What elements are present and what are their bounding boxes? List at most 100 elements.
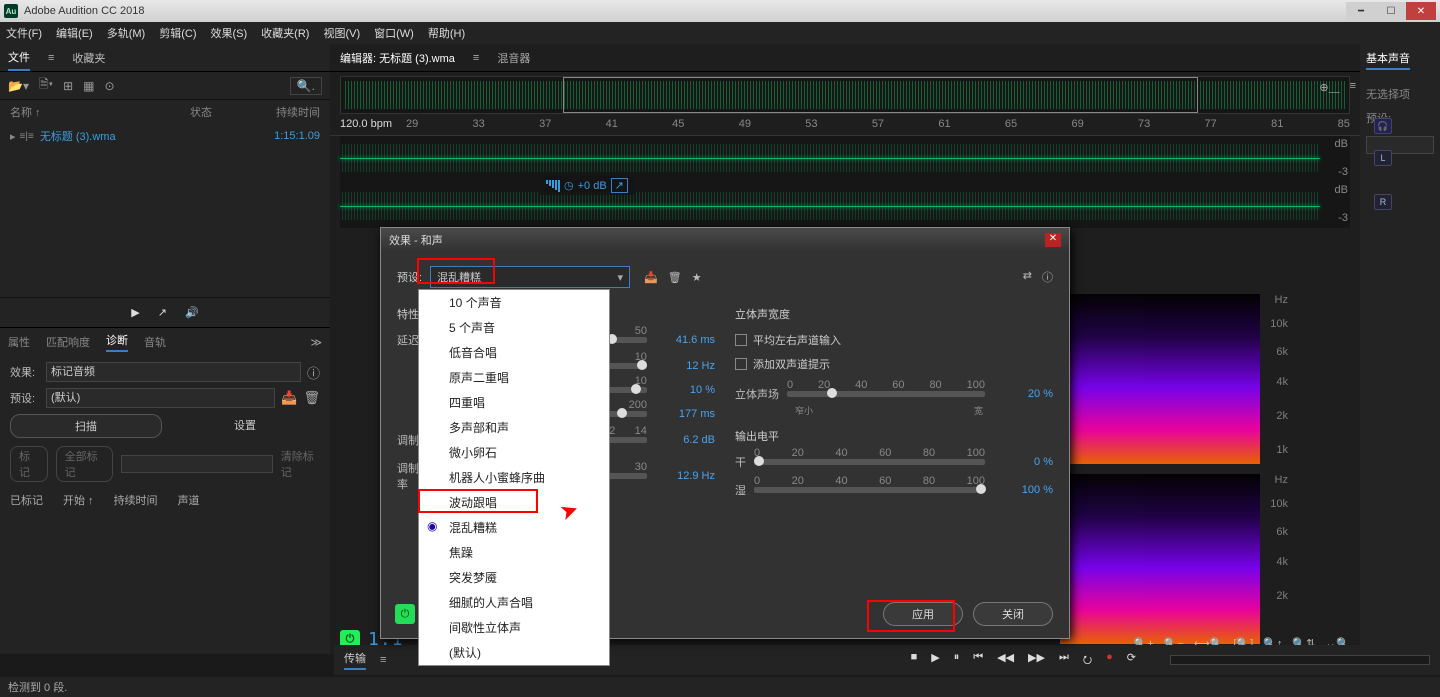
col-chan[interactable]: 声道 bbox=[178, 492, 200, 508]
video-icon[interactable]: ▦ bbox=[83, 79, 94, 93]
channel-l-button[interactable]: L bbox=[1374, 150, 1392, 166]
preset-option[interactable]: 微小卵石 bbox=[419, 440, 609, 465]
cd-icon[interactable]: ⊙ bbox=[104, 79, 114, 93]
save-preset-icon[interactable]: 📥 bbox=[644, 271, 658, 284]
preset-option[interactable]: 突发梦魇 bbox=[419, 565, 609, 590]
waveform-display[interactable]: ◷ +0 dB ↗ dB -3 dB -3 🎧 L R bbox=[340, 136, 1350, 228]
preset-option[interactable]: 四重唱 bbox=[419, 390, 609, 415]
wet-slider[interactable]: 020406080100 bbox=[754, 487, 985, 493]
col-dur[interactable]: 持续时间 bbox=[114, 492, 158, 508]
tab-editor[interactable]: 编辑器: 无标题 (3).wma bbox=[340, 50, 455, 66]
hud-volume[interactable]: ◷ +0 dB ↗ bbox=[540, 176, 634, 195]
apply-button[interactable]: 应用 bbox=[883, 602, 963, 626]
mark-all-chip[interactable]: 全部标记 bbox=[56, 446, 113, 482]
preset-option[interactable]: 间歇性立体声 bbox=[419, 615, 609, 640]
autoplay-icon[interactable]: 🔊 bbox=[185, 306, 199, 319]
tab-diagnostics[interactable]: 诊断 bbox=[106, 332, 128, 352]
save-preset-icon[interactable]: 📥 bbox=[281, 390, 297, 406]
dialog-titlebar[interactable]: 效果 - 和声 ✕ bbox=[381, 228, 1069, 252]
dialog-close-button[interactable]: ✕ bbox=[1045, 233, 1061, 247]
avg-lr-checkbox[interactable]: 平均左右声道输入 bbox=[735, 332, 1053, 348]
channel-r-button[interactable]: R bbox=[1374, 194, 1392, 210]
preset-select[interactable]: (默认) bbox=[46, 388, 275, 408]
clear-marks[interactable]: 清除标记 bbox=[281, 448, 320, 480]
col-start[interactable]: 开始 ↑ bbox=[63, 492, 94, 508]
col-status[interactable]: 状态 bbox=[190, 104, 250, 120]
file-row[interactable]: ▸ ≡|≡ 无标题 (3).wma 1:15:1.09 bbox=[0, 124, 330, 148]
transport-forward-button[interactable]: ▶▶ bbox=[1028, 651, 1045, 670]
play-icon[interactable]: ▶ bbox=[131, 306, 139, 319]
more-tabs-icon[interactable]: ≫ bbox=[310, 336, 322, 349]
effect-power-button[interactable]: ⏻ bbox=[395, 604, 415, 624]
preset-option[interactable]: 10 个声音 bbox=[419, 290, 609, 315]
channel-right-wave[interactable] bbox=[340, 184, 1320, 228]
transport-menu-icon[interactable]: ≡ bbox=[380, 654, 386, 666]
tab-favorites[interactable]: 收藏夹 bbox=[72, 46, 105, 70]
menu-clip[interactable]: 剪辑(C) bbox=[159, 25, 196, 41]
spectrogram-left[interactable]: Hz 10k 6k 4k 2k 1k bbox=[1060, 294, 1260, 464]
preset-option[interactable]: 原声二重唱 bbox=[419, 365, 609, 390]
delete-preset-icon[interactable]: 🗑 bbox=[303, 390, 320, 406]
preset-option[interactable]: 机器人小蜜蜂序曲 bbox=[419, 465, 609, 490]
transport-record-button[interactable]: ● bbox=[1106, 651, 1113, 670]
essential-sound-header[interactable]: 基本声音 bbox=[1366, 50, 1410, 70]
transport-pause-button[interactable]: ⏸ bbox=[954, 651, 960, 670]
transport-loop-button[interactable]: ⭮ bbox=[1083, 651, 1092, 670]
favorite-icon[interactable]: ★ bbox=[692, 271, 702, 284]
editor-tab-menu-icon[interactable]: ≡ bbox=[473, 52, 479, 64]
binaural-checkbox[interactable]: 添加双声道提示 bbox=[735, 356, 1053, 372]
mark-chip[interactable]: 标记 bbox=[10, 446, 48, 482]
menu-help[interactable]: 帮助(H) bbox=[428, 25, 465, 41]
preset-option[interactable]: 焦躁 bbox=[419, 540, 609, 565]
list-icon[interactable]: ≡ bbox=[1350, 80, 1356, 95]
menu-edit[interactable]: 编辑(E) bbox=[56, 25, 93, 41]
transport-play-button[interactable]: ▶ bbox=[931, 651, 939, 670]
search-field[interactable]: 🔍. bbox=[290, 77, 322, 95]
channel-left-wave[interactable] bbox=[340, 136, 1320, 180]
delete-preset-icon[interactable]: 🗑 bbox=[668, 271, 682, 284]
info-icon[interactable]: ⓘ bbox=[307, 363, 320, 382]
effect-select[interactable]: 标记音频 bbox=[46, 362, 301, 382]
time-ruler[interactable]: 120.0 bpm 293337414549535761656973778185 bbox=[330, 118, 1360, 136]
menu-file[interactable]: 文件(F) bbox=[6, 25, 42, 41]
transport-stop-button[interactable]: ■ bbox=[911, 651, 918, 670]
menu-window[interactable]: 窗口(W) bbox=[374, 25, 414, 41]
bpm-display[interactable]: 120.0 bpm bbox=[340, 118, 392, 135]
overview-selection[interactable] bbox=[563, 77, 1198, 113]
preset-option[interactable]: 低音合唱 bbox=[419, 340, 609, 365]
export-icon[interactable]: ↗ bbox=[158, 306, 167, 319]
waveform-overview[interactable] bbox=[340, 76, 1350, 114]
col-marked[interactable]: 已标记 bbox=[10, 492, 43, 508]
col-name[interactable]: 名称 ↑ bbox=[10, 104, 190, 120]
filter-input[interactable] bbox=[121, 455, 273, 473]
tab-track[interactable]: 音轨 bbox=[144, 334, 166, 350]
swap-channels-icon[interactable]: ⇄ bbox=[1023, 269, 1032, 285]
col-duration[interactable]: 持续时间 bbox=[250, 104, 320, 120]
window-close-button[interactable]: ✕ bbox=[1406, 2, 1436, 20]
level-meter[interactable] bbox=[1170, 655, 1430, 665]
transport-label[interactable]: 传输 bbox=[344, 650, 366, 670]
window-maximize-button[interactable]: ☐ bbox=[1376, 2, 1406, 20]
tab-mixer[interactable]: 混音器 bbox=[497, 50, 530, 66]
preset-option[interactable]: 多声部和声 bbox=[419, 415, 609, 440]
multitrack-icon[interactable]: ⊞ bbox=[63, 79, 73, 93]
preset-option[interactable]: (默认) bbox=[419, 640, 609, 665]
preset-dropdown-list[interactable]: 10 个声音5 个声音低音合唱原声二重唱四重唱多声部和声微小卵石机器人小蜜蜂序曲… bbox=[418, 289, 610, 666]
tab-loudness[interactable]: 匹配响度 bbox=[46, 334, 90, 350]
clock-icon[interactable]: ◷ bbox=[564, 179, 574, 192]
transport-prev-button[interactable]: ⏮ bbox=[973, 651, 983, 670]
pin-icon[interactable]: ↗ bbox=[611, 178, 628, 193]
tab-properties[interactable]: 属性 bbox=[8, 334, 30, 350]
transport-rewind-button[interactable]: ◀◀ bbox=[997, 651, 1014, 670]
dialog-info-icon[interactable]: ⓘ bbox=[1042, 269, 1053, 285]
menu-multitrack[interactable]: 多轨(M) bbox=[107, 25, 146, 41]
new-file-icon[interactable]: 🗎▾ bbox=[39, 75, 53, 96]
open-file-icon[interactable]: 📂▾ bbox=[8, 79, 29, 93]
settings-button[interactable]: 设置 bbox=[170, 414, 320, 438]
headphone-button[interactable]: 🎧 bbox=[1374, 118, 1392, 134]
stereo-field-slider[interactable]: 020406080100 bbox=[787, 391, 985, 397]
preset-option[interactable]: 波动跟唱 bbox=[419, 490, 609, 515]
menu-favorites[interactable]: 收藏夹(R) bbox=[261, 25, 309, 41]
transport-next-button[interactable]: ⏭ bbox=[1059, 651, 1069, 670]
preset-option[interactable]: 5 个声音 bbox=[419, 315, 609, 340]
